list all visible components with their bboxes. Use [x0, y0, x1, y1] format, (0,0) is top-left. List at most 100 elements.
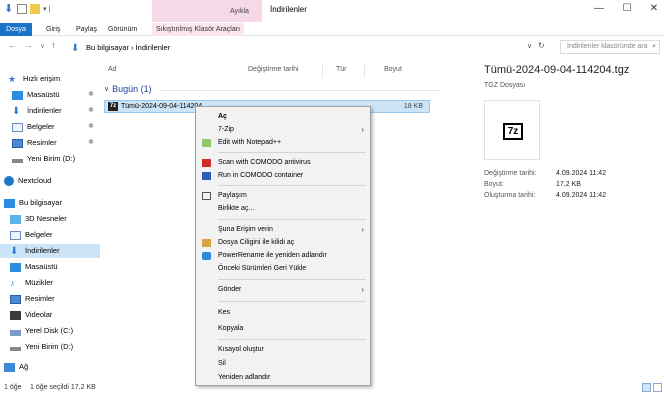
group-header-today[interactable]: ∨ Bugün (1): [104, 84, 152, 94]
menu-item-open[interactable]: Aç: [196, 111, 370, 123]
column-type[interactable]: Tür: [336, 66, 347, 73]
menu-item-rename[interactable]: Yeniden adlandır: [196, 372, 370, 384]
video-icon: [10, 310, 21, 320]
quick-access-toolbar: ⬇ ▾ |: [4, 4, 50, 15]
column-divider[interactable]: [322, 64, 323, 78]
search-icon: ⌕: [652, 43, 656, 50]
up-arrow-icon[interactable]: ↑: [51, 40, 56, 50]
nav-item-downloads-pinned[interactable]: ⬇ İndirilenler ✱: [0, 104, 100, 118]
search-input[interactable]: İndirilenler klasöründe ara ⌕: [560, 40, 660, 54]
tab-home[interactable]: Giriş: [46, 23, 60, 36]
details-view-icon[interactable]: [642, 383, 651, 392]
nav-item-downloads[interactable]: ⬇ İndirilenler: [0, 244, 100, 258]
details-pane: Tümü-2024-09-04-114204.tgz TGZ Dosyası 7…: [468, 58, 664, 378]
nav-item-documents[interactable]: Belgeler: [0, 228, 100, 242]
column-divider[interactable]: [364, 64, 365, 78]
menu-separator: [218, 219, 366, 220]
pin-icon: ✱: [88, 139, 94, 146]
column-date-modified[interactable]: Değiştirme tarihi: [248, 66, 299, 73]
minimize-button[interactable]: —: [592, 3, 606, 14]
menu-item-powerrename[interactable]: PowerRename ile yeniden adlandır: [196, 250, 370, 262]
nav-label: Yeni Birim (D:): [27, 154, 76, 163]
column-name[interactable]: Ad: [108, 66, 117, 73]
drive-icon: [12, 159, 23, 163]
menu-item-open-with[interactable]: Birlikte aç...: [196, 203, 370, 215]
menu-label: Dosya Ciligini ile kilidi aç: [218, 239, 295, 246]
recent-locations-icon[interactable]: ∨: [40, 42, 45, 50]
download-arrow-icon[interactable]: ⬇: [4, 4, 14, 15]
menu-item-copy[interactable]: Kopyala: [196, 323, 370, 335]
nav-item-desktop-pinned[interactable]: Masaüstü ✱: [0, 88, 100, 102]
network-icon: [4, 362, 15, 372]
search-placeholder: İndirilenler klasöründe ara: [567, 43, 648, 50]
qa-dropdown-icon[interactable]: ▾ |: [43, 5, 50, 13]
comodo-scan-icon: [202, 159, 211, 167]
nav-item-this-pc[interactable]: Bu bilgisayar: [0, 196, 100, 210]
menu-label: Aç: [218, 113, 227, 120]
nav-item-pictures[interactable]: Resimler: [0, 292, 100, 306]
chevron-down-icon[interactable]: ∨: [104, 85, 109, 93]
nav-item-desktop[interactable]: Masaüstü: [0, 260, 100, 274]
star-icon: ★: [8, 73, 17, 84]
group-label: Bugün (1): [112, 84, 152, 94]
submenu-arrow-icon: ›: [361, 285, 364, 294]
group-divider: [160, 90, 440, 91]
nav-item-network[interactable]: Ağ: [0, 360, 100, 374]
tab-file[interactable]: Dosya: [0, 23, 32, 36]
menu-label: Önceki Sürümleri Geri Yükle: [218, 265, 307, 272]
desktop-icon: [12, 90, 23, 100]
nav-label: Hızlı erişim: [23, 74, 61, 83]
menu-item-give-access[interactable]: Şuna Erişim verin ›: [196, 224, 370, 236]
nav-label: Masaüstü: [27, 90, 60, 99]
tab-compressed-folder-tools[interactable]: Sıkıştırılmış Klasör Araçları: [152, 23, 245, 36]
menu-label: Kes: [218, 309, 231, 316]
back-arrow-icon[interactable]: ←: [8, 40, 17, 50]
menu-separator: [218, 279, 366, 280]
refresh-icon[interactable]: ↻: [538, 41, 545, 50]
nav-item-drive-d-quick[interactable]: Yeni Birim (D:): [0, 152, 100, 166]
menu-item-7zip[interactable]: 7-Zip ›: [196, 124, 370, 136]
pin-icon: ✱: [88, 91, 94, 98]
address-path[interactable]: ⬇ Bu bilgisayar › İndirilenler: [67, 40, 541, 54]
menu-item-unlock-file[interactable]: Dosya Ciligini ile kilidi aç: [196, 237, 370, 249]
pictures-icon: [12, 138, 23, 148]
forward-arrow-icon[interactable]: →: [24, 40, 33, 50]
large-icons-view-icon[interactable]: [653, 383, 662, 392]
folder-icon[interactable]: [30, 4, 40, 14]
powerrename-icon: [202, 252, 211, 260]
nav-item-local-disk-c[interactable]: Yerel Disk (C:): [0, 324, 100, 338]
menu-item-share[interactable]: Paylaşım: [196, 190, 370, 202]
checkbox-icon[interactable]: [17, 4, 27, 14]
menu-item-send-to[interactable]: Gönder ›: [196, 284, 370, 296]
menu-item-comodo-scan[interactable]: Scan with COMODO antivirus: [196, 157, 370, 169]
address-dropdown-icon[interactable]: ∨: [527, 42, 532, 50]
nav-item-pictures-pinned[interactable]: Resimler ✱: [0, 136, 100, 150]
tab-share[interactable]: Paylaş: [76, 23, 97, 36]
nav-item-documents-pinned[interactable]: Belgeler ✱: [0, 120, 100, 134]
prop-label: Oluşturma tarihi:: [484, 192, 536, 199]
drive-icon: [10, 347, 21, 351]
menu-item-delete[interactable]: Sil: [196, 358, 370, 370]
nav-item-music[interactable]: ♪ Müzikler: [0, 276, 100, 290]
nav-quick-access[interactable]: ★ Hızlı erişim: [0, 72, 100, 86]
close-button[interactable]: ✕: [647, 3, 661, 14]
column-size[interactable]: Boyut: [384, 66, 402, 73]
maximize-button[interactable]: ☐: [620, 3, 634, 14]
prop-value: 17,2 KB: [556, 181, 581, 188]
menu-item-notepadpp[interactable]: Edit with Notepad++: [196, 137, 370, 149]
nav-item-3d-objects[interactable]: 3D Nesneler: [0, 212, 100, 226]
menu-item-comodo-container[interactable]: Run in COMODO container: [196, 170, 370, 182]
tab-view[interactable]: Görünüm: [108, 23, 137, 36]
menu-item-create-shortcut[interactable]: Kısayol oluştur: [196, 344, 370, 356]
computer-icon: [4, 198, 15, 208]
nav-label: Resimler: [27, 138, 57, 147]
prop-value: 4.09.2024 11:42: [556, 170, 607, 177]
menu-item-cut[interactable]: Kes: [196, 307, 370, 319]
download-folder-icon: ⬇: [71, 43, 80, 54]
menu-label: 7-Zip: [218, 126, 234, 133]
nav-item-nextcloud[interactable]: Nextcloud: [0, 174, 100, 188]
nav-item-videos[interactable]: Videolar: [0, 308, 100, 322]
cloud-icon: [4, 176, 14, 186]
menu-item-restore-versions[interactable]: Önceki Sürümleri Geri Yükle: [196, 263, 370, 275]
nav-item-drive-d[interactable]: Yeni Birim (D:): [0, 340, 100, 354]
